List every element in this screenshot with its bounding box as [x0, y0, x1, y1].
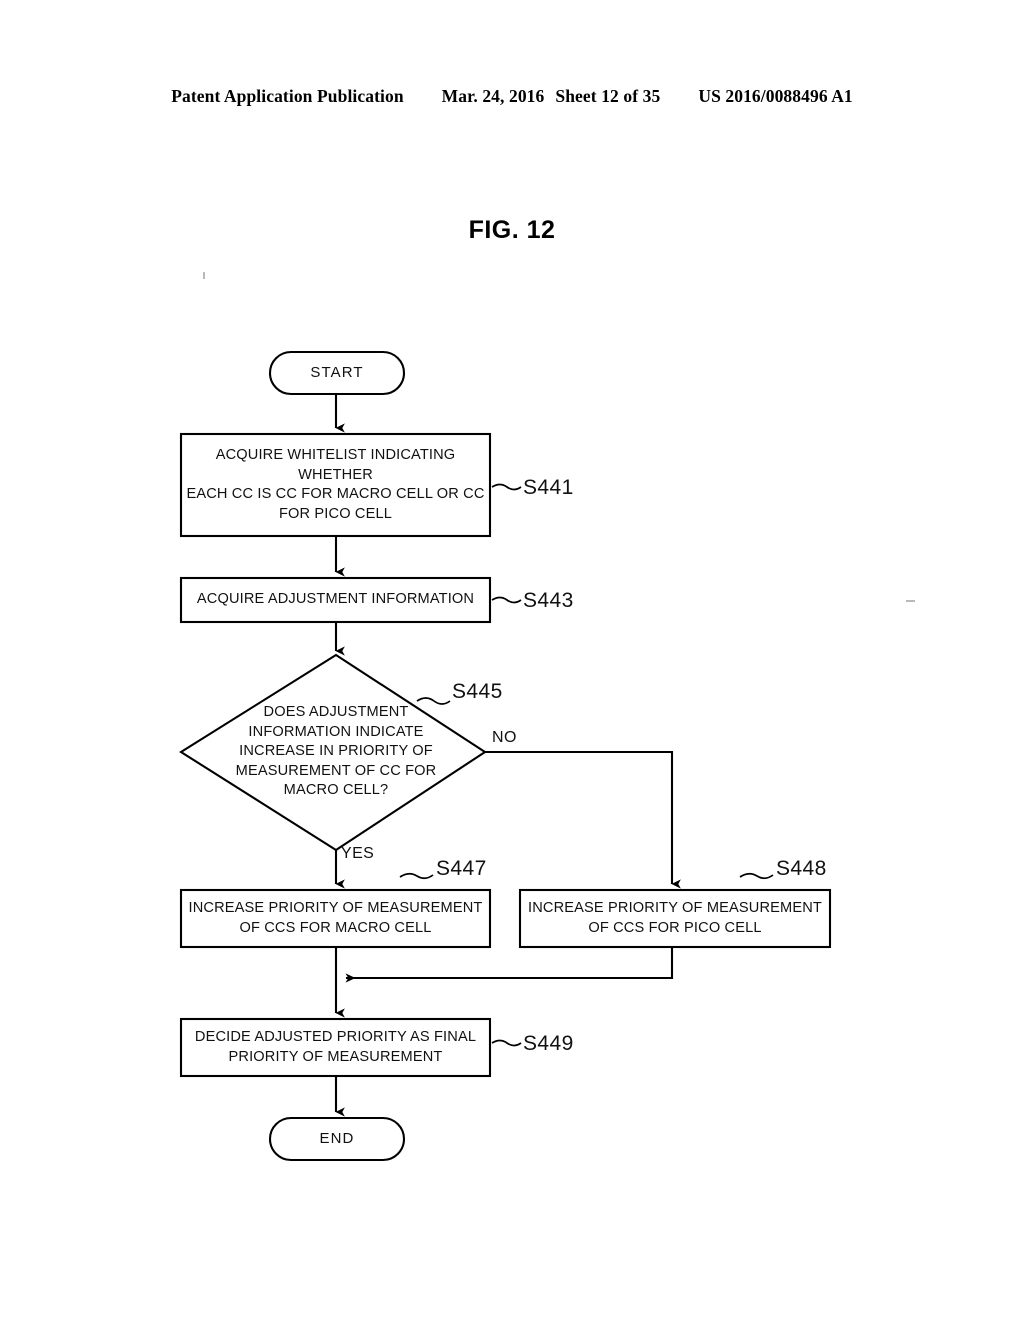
- ref-label-s447: S447: [436, 857, 487, 880]
- ref-label-s449: S449: [523, 1032, 574, 1055]
- end-node-shape: [268, 1116, 406, 1162]
- leader-s445: [416, 697, 451, 705]
- ref-label-s441: S441: [523, 476, 574, 499]
- leader-s443: [491, 596, 522, 604]
- step-s443-shape: [179, 576, 492, 624]
- step-s441-shape: [179, 432, 492, 538]
- branch-label-yes: YES: [341, 845, 375, 862]
- step-s447-shape: [179, 888, 492, 949]
- flowchart-diagram: [179, 350, 832, 1162]
- leader-s441: [491, 483, 522, 491]
- branch-label-no: NO: [492, 729, 517, 746]
- ref-label-s445: S445: [452, 680, 503, 703]
- connector-no-to-s448: [485, 750, 681, 889]
- step-s449-shape: [179, 1017, 492, 1078]
- start-node-shape: [268, 350, 406, 396]
- ref-label-s443: S443: [523, 589, 574, 612]
- ref-label-s448: S448: [776, 857, 827, 880]
- leader-s448: [739, 872, 774, 880]
- leader-s447: [399, 872, 434, 880]
- connector-s448-merge: [345, 947, 674, 983]
- leader-s449: [491, 1039, 522, 1047]
- step-s445-shape: [179, 653, 487, 852]
- step-s448-shape: [518, 888, 832, 949]
